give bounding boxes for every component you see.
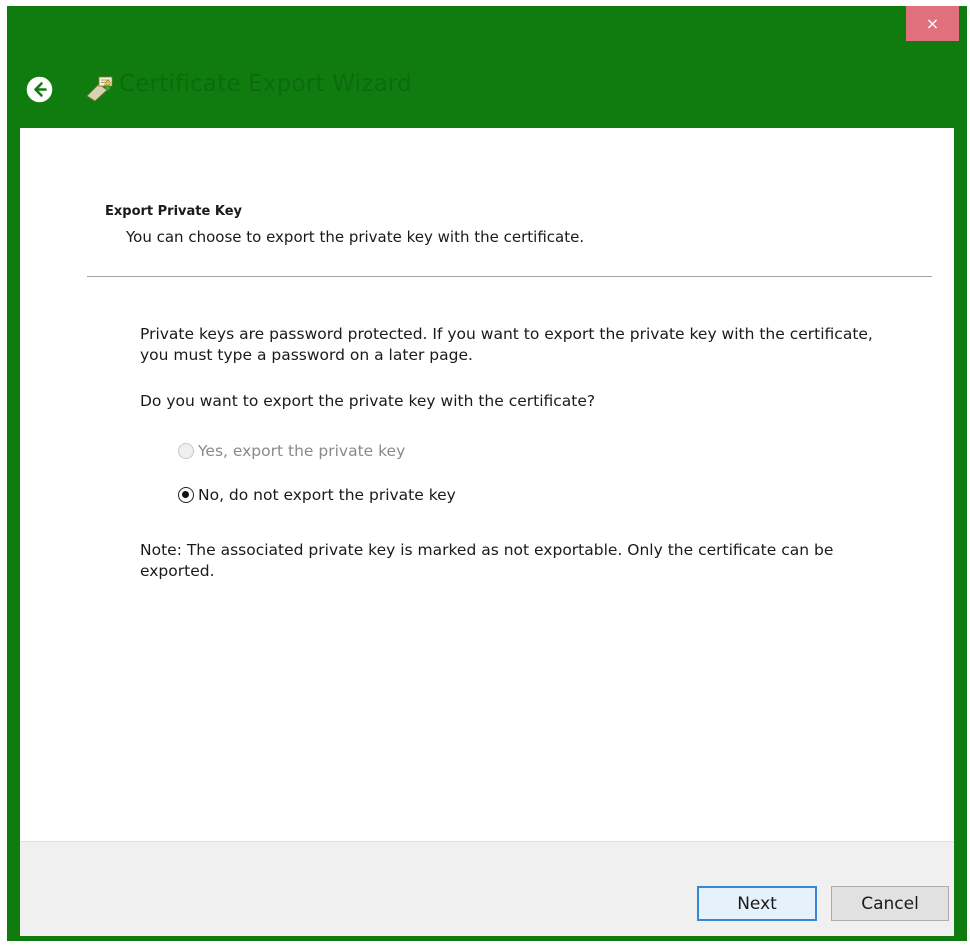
header-divider: [87, 276, 932, 277]
wizard-header: Certificate Export Wizard: [7, 6, 967, 128]
export-no-option[interactable]: No, do not export the private key: [178, 486, 456, 504]
wizard-title: Certificate Export Wizard: [119, 71, 412, 97]
wizard-window: × Certificate Export Wizard Export Priva…: [7, 6, 967, 941]
back-arrow-icon[interactable]: [26, 76, 53, 103]
description-text: Private keys are password protected. If …: [140, 325, 873, 364]
export-yes-option: Yes, export the private key: [178, 442, 405, 460]
question-text: Do you want to export the private key wi…: [140, 392, 596, 410]
export-no-radio[interactable]: [178, 487, 194, 503]
export-yes-label: Yes, export the private key: [198, 442, 406, 460]
wizard-footer: Next Cancel: [20, 841, 954, 936]
cancel-button[interactable]: Cancel: [831, 886, 949, 921]
export-yes-radio: [178, 443, 194, 459]
certificate-icon: [86, 76, 113, 102]
wizard-content: Export Private Key You can choose to exp…: [20, 128, 954, 841]
next-button[interactable]: Next: [697, 886, 817, 921]
page-subheading: You can choose to export the private key…: [126, 228, 585, 246]
note-text: Note: The associated private key is mark…: [140, 541, 834, 580]
export-no-label[interactable]: No, do not export the private key: [198, 486, 456, 504]
page-heading: Export Private Key: [105, 204, 242, 219]
